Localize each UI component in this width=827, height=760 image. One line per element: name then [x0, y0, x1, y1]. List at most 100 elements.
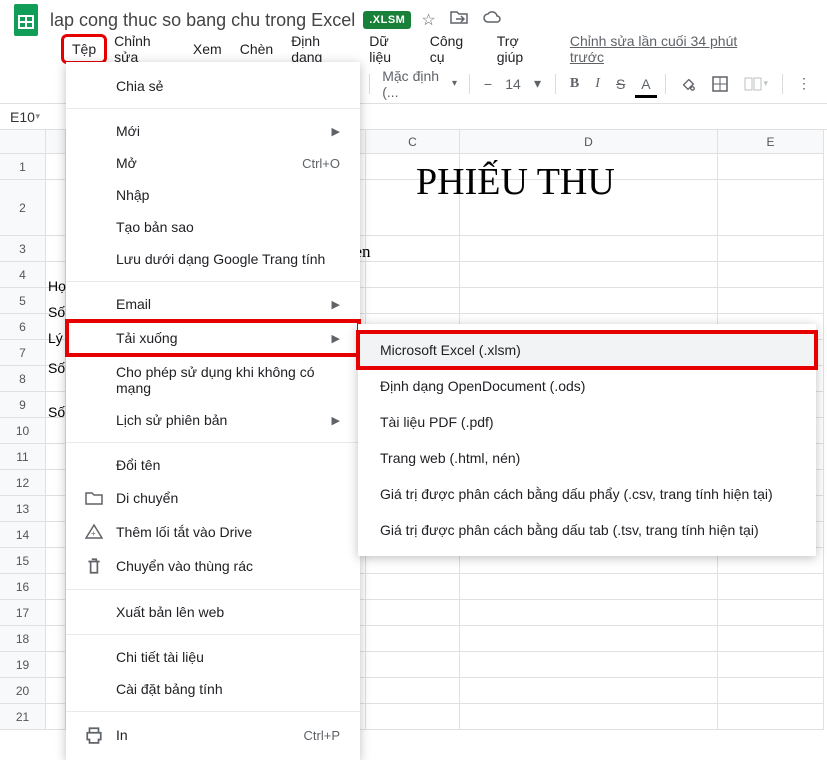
row-header[interactable]: 14	[0, 522, 46, 548]
submenu-html[interactable]: Trang web (.html, nén)	[358, 440, 816, 476]
menu-add-shortcut[interactable]: +Thêm lối tắt vào Drive	[66, 515, 360, 549]
row-header[interactable]: 19	[0, 652, 46, 678]
cell[interactable]	[718, 180, 824, 236]
select-all-corner[interactable]	[0, 130, 46, 154]
cell[interactable]	[718, 262, 824, 288]
font-size-input[interactable]: 14	[502, 76, 524, 92]
row-header[interactable]: 10	[0, 418, 46, 444]
cell[interactable]	[460, 236, 718, 262]
cell[interactable]	[46, 154, 66, 180]
row-header[interactable]: 5	[0, 288, 46, 314]
cell[interactable]	[366, 626, 460, 652]
star-icon[interactable]: ☆	[421, 10, 435, 30]
row-header[interactable]: 4	[0, 262, 46, 288]
cell[interactable]	[460, 652, 718, 678]
cell[interactable]	[366, 262, 460, 288]
cell[interactable]	[46, 548, 66, 574]
row-header[interactable]: 20	[0, 678, 46, 704]
strikethrough-button[interactable]: S	[610, 72, 631, 96]
row-header[interactable]: 2	[0, 180, 46, 236]
cell[interactable]	[46, 704, 66, 730]
row-header[interactable]: 9	[0, 392, 46, 418]
menu-tools[interactable]: Công cụ	[422, 29, 487, 69]
submenu-xlsm[interactable]: Microsoft Excel (.xlsm)	[358, 332, 816, 368]
cell[interactable]	[46, 470, 66, 496]
cell[interactable]	[46, 444, 66, 470]
cell[interactable]	[46, 678, 66, 704]
cell[interactable]	[460, 678, 718, 704]
cell[interactable]	[46, 574, 66, 600]
menu-open[interactable]: MởCtrl+O	[66, 147, 360, 179]
cell[interactable]	[366, 600, 460, 626]
cell[interactable]	[718, 678, 824, 704]
text-color-button[interactable]: A	[635, 72, 656, 96]
column-header[interactable]: C	[366, 130, 460, 154]
menu-version-history[interactable]: Lịch sử phiên bản▶	[66, 404, 360, 436]
cell[interactable]	[366, 652, 460, 678]
row-header[interactable]: 17	[0, 600, 46, 626]
menu-view[interactable]: Xem	[185, 37, 230, 61]
cell[interactable]	[718, 704, 824, 730]
cell[interactable]	[46, 418, 66, 444]
row-header[interactable]: 7	[0, 340, 46, 366]
menu-download[interactable]: Tải xuống▶	[66, 320, 360, 356]
cell[interactable]	[718, 652, 824, 678]
cell[interactable]	[366, 154, 460, 180]
cell[interactable]	[460, 704, 718, 730]
cell[interactable]	[46, 236, 66, 262]
row-header[interactable]: 13	[0, 496, 46, 522]
submenu-pdf[interactable]: Tài liệu PDF (.pdf)	[358, 404, 816, 440]
row-header[interactable]: 1	[0, 154, 46, 180]
menu-new[interactable]: Mới▶	[66, 115, 360, 147]
cell[interactable]	[366, 288, 460, 314]
menu-import[interactable]: Nhập	[66, 179, 360, 211]
cell[interactable]	[46, 522, 66, 548]
cell[interactable]	[718, 288, 824, 314]
bold-button[interactable]: B	[564, 72, 585, 96]
row-header[interactable]: 15	[0, 548, 46, 574]
menu-print[interactable]: InCtrl+P	[66, 718, 360, 752]
menu-trash[interactable]: Chuyển vào thùng rác	[66, 549, 360, 583]
row-header[interactable]: 12	[0, 470, 46, 496]
italic-button[interactable]: I	[589, 72, 606, 96]
cell[interactable]	[460, 262, 718, 288]
row-header[interactable]: 11	[0, 444, 46, 470]
menu-insert[interactable]: Chèn	[232, 37, 281, 61]
submenu-ods[interactable]: Định dạng OpenDocument (.ods)	[358, 368, 816, 404]
last-edit-link[interactable]: Chỉnh sửa lần cuối 34 phút trước	[570, 33, 763, 65]
font-size-decrease[interactable]: −	[478, 72, 498, 96]
cell[interactable]	[460, 288, 718, 314]
column-header[interactable]: D	[460, 130, 718, 154]
cell[interactable]	[460, 600, 718, 626]
sheets-logo[interactable]	[12, 2, 40, 38]
menu-save-as-gsheets[interactable]: Lưu dưới dạng Google Trang tính	[66, 243, 360, 275]
cell[interactable]	[460, 574, 718, 600]
cell[interactable]	[718, 626, 824, 652]
cell[interactable]	[460, 626, 718, 652]
cell[interactable]	[366, 180, 460, 236]
menu-make-copy[interactable]: Tạo bản sao	[66, 211, 360, 243]
menu-rename[interactable]: Đổi tên	[66, 449, 360, 481]
menu-offline[interactable]: Cho phép sử dụng khi không có mạng	[66, 356, 360, 404]
fill-color-button[interactable]	[674, 72, 702, 96]
column-header[interactable]: E	[718, 130, 824, 154]
submenu-csv[interactable]: Giá trị được phân cách bằng dấu phẩy (.c…	[358, 476, 816, 512]
cell[interactable]	[46, 180, 66, 236]
menu-publish[interactable]: Xuất bản lên web	[66, 596, 360, 628]
document-title[interactable]: lap cong thuc so bang chu trong Excel	[50, 10, 355, 31]
cell[interactable]	[366, 574, 460, 600]
row-header[interactable]: 21	[0, 704, 46, 730]
row-header[interactable]: 16	[0, 574, 46, 600]
merge-button[interactable]: ▾	[738, 73, 775, 95]
cell[interactable]	[46, 652, 66, 678]
cell[interactable]	[366, 678, 460, 704]
cell[interactable]	[718, 600, 824, 626]
cell[interactable]	[46, 600, 66, 626]
cell[interactable]	[718, 236, 824, 262]
cell[interactable]	[366, 704, 460, 730]
cell[interactable]	[718, 574, 824, 600]
row-header[interactable]: 6	[0, 314, 46, 340]
menu-email[interactable]: Email▶	[66, 288, 360, 320]
font-size-increase[interactable]: ▾	[528, 71, 547, 96]
name-box[interactable]: E10▾	[0, 109, 46, 125]
